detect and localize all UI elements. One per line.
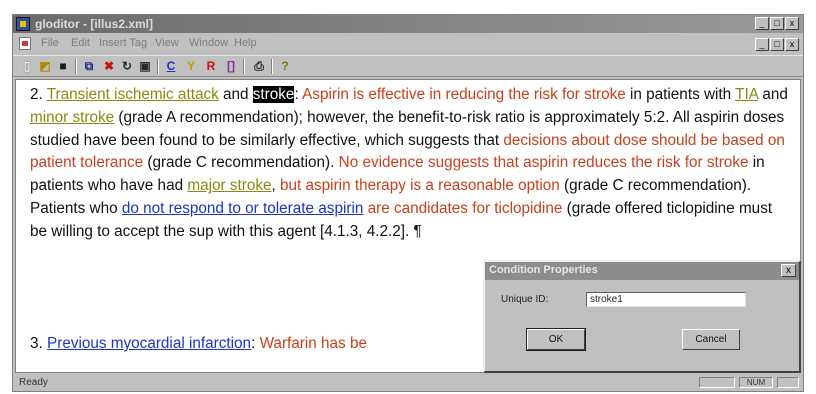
bracket-button[interactable]: [] xyxy=(223,58,239,74)
menu-bar: File Edit Insert Tag View Window Help _ … xyxy=(13,35,803,53)
minimize-button[interactable]: _ xyxy=(755,17,769,30)
num-lock-indicator: NUM xyxy=(739,377,773,388)
text-run: in patients with xyxy=(625,86,736,103)
menu-view[interactable]: View xyxy=(155,37,179,49)
recommendation-text: are candidates for ticlopidine xyxy=(367,199,563,217)
linked-term[interactable]: TIA xyxy=(735,86,758,103)
menu-file[interactable]: File xyxy=(41,37,59,49)
toolbar-separator xyxy=(75,59,77,74)
open-folder-button[interactable]: ◩ xyxy=(37,58,53,74)
linked-term[interactable]: major stroke xyxy=(187,177,271,194)
condition-properties-dialog: Condition Properties x Unique ID: stroke… xyxy=(483,260,801,373)
condition-c-button[interactable]: C xyxy=(163,58,179,74)
text-run: 2. xyxy=(30,86,47,103)
status-text: Ready xyxy=(19,377,48,388)
toolbar-separator xyxy=(243,59,245,74)
dialog-close-button[interactable]: x xyxy=(781,264,796,277)
recommendation-text: No evidence suggests that aspirin reduce… xyxy=(338,154,749,172)
menu-edit[interactable]: Edit xyxy=(71,37,90,49)
ok-button[interactable]: OK xyxy=(526,328,586,351)
text-run: : xyxy=(251,335,260,352)
doc-restore-button[interactable]: □ xyxy=(770,38,784,51)
text-run: : xyxy=(294,86,303,103)
recommendation-text: but aspirin therapy is a reasonable opti… xyxy=(280,177,560,195)
toolbar-separator xyxy=(271,59,273,74)
doc-close-button[interactable]: x xyxy=(785,38,799,51)
copy-button[interactable]: ⧉ xyxy=(81,58,97,74)
text-run: (grade C recommendation). xyxy=(143,154,339,172)
recommendation-text: Warfarin has be xyxy=(259,335,367,352)
dialog-title-bar[interactable]: Condition Properties x xyxy=(485,262,799,280)
unique-id-input[interactable]: stroke1 xyxy=(586,292,746,307)
status-cell-empty xyxy=(777,377,799,388)
toolbar-separator xyxy=(157,59,159,74)
unique-id-label: Unique ID: xyxy=(501,294,549,305)
hyperlink-text[interactable]: do not respond to or tolerate aspirin xyxy=(122,200,364,217)
new-document-button[interactable]: ▯ xyxy=(19,58,35,74)
menu-insert-tag[interactable]: Insert Tag xyxy=(99,37,147,49)
status-cell-empty xyxy=(699,377,735,388)
text-run: , xyxy=(271,177,280,195)
cancel-button[interactable]: Cancel xyxy=(682,329,740,350)
app-logo-icon[interactable] xyxy=(16,17,30,31)
close-button[interactable]: x xyxy=(785,17,799,30)
status-bar: Ready NUM xyxy=(13,375,803,391)
text-run: and xyxy=(218,86,253,103)
hyperlink-text[interactable]: Previous myocardial infarction xyxy=(47,335,251,352)
document-icon[interactable] xyxy=(19,37,31,50)
tag-button[interactable]: ▣ xyxy=(137,58,153,74)
text-run: with this agent [4.1.3, 4.2.2]. ¶ xyxy=(213,222,422,240)
text-run: and xyxy=(758,86,788,103)
text-run: 3. xyxy=(30,335,48,352)
dialog-title: Condition Properties xyxy=(489,264,598,276)
maximize-button[interactable]: □ xyxy=(770,17,784,30)
doc-minimize-button[interactable]: _ xyxy=(755,38,769,51)
delete-button[interactable]: ✖ xyxy=(101,58,117,74)
recommendation-text: Aspirin is effective in reducing the ris… xyxy=(302,86,626,103)
linked-term[interactable]: Transient ischemic attack xyxy=(47,86,219,103)
refresh-button[interactable]: ↻ xyxy=(119,58,135,74)
title-bar[interactable]: gloditor - [illus2.xml] _ □ x xyxy=(13,15,803,33)
text-run: (grade xyxy=(562,199,611,217)
linked-term[interactable]: minor stroke xyxy=(30,109,114,126)
save-button[interactable]: ■ xyxy=(55,58,71,74)
selected-term[interactable]: stroke xyxy=(252,86,295,103)
condition-y-button[interactable]: Y xyxy=(183,58,199,74)
help-button[interactable]: ? xyxy=(277,58,293,74)
window-title: gloditor - [illus2.xml] xyxy=(35,17,154,31)
menu-window[interactable]: Window xyxy=(189,37,228,49)
print-button[interactable]: ⎙ xyxy=(251,58,267,74)
paragraph-transient-ischemic-attack[interactable]: 2. Transient ischemic attack and stroke:… xyxy=(30,84,792,244)
toolbar: ▯ ◩ ■ ⧉ ✖ ↻ ▣ C Y R [] ⎙ ? xyxy=(13,55,803,77)
condition-r-button[interactable]: R xyxy=(203,58,219,74)
menu-help[interactable]: Help xyxy=(234,37,257,49)
